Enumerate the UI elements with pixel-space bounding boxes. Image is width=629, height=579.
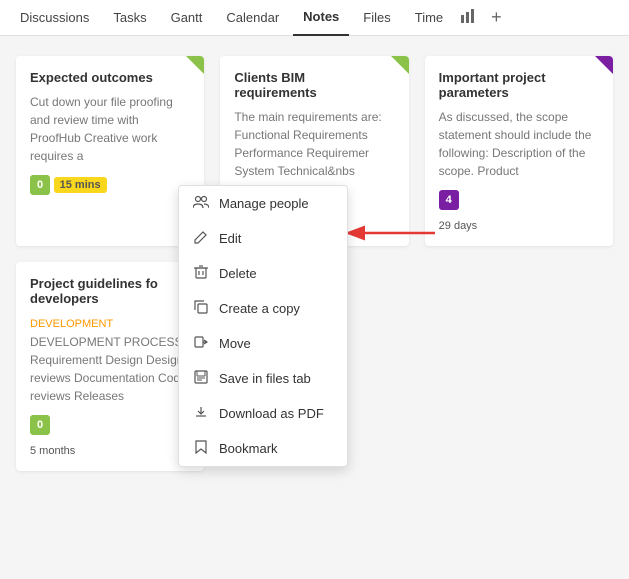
card-dev-tag: DEVELOPMENT	[30, 318, 113, 330]
bookmark-icon	[193, 440, 209, 457]
download-icon	[193, 405, 209, 422]
menu-item-edit[interactable]: Edit	[179, 221, 347, 256]
menu-item-move[interactable]: Move	[179, 326, 347, 361]
card-badge: 0	[30, 175, 50, 195]
nav-notes[interactable]: Notes	[293, 0, 349, 36]
nav-tasks[interactable]: Tasks	[103, 0, 156, 36]
navigation: Discussions Tasks Gantt Calendar Notes F…	[0, 0, 629, 36]
menu-item-bookmark[interactable]: Bookmark	[179, 431, 347, 466]
nav-files[interactable]: Files	[353, 0, 400, 36]
menu-label: Create a copy	[219, 301, 300, 316]
card-title: Important project parameters	[439, 70, 599, 100]
card-project-parameters: Important project parameters As discusse…	[425, 56, 613, 246]
menu-item-save-files[interactable]: Save in files tab	[179, 361, 347, 396]
nav-discussions[interactable]: Discussions	[10, 0, 99, 36]
card-body-text: DEVELOPMENT PROCESS Requirementt Design …	[30, 335, 187, 403]
manage-people-icon	[193, 195, 209, 212]
card-time: 5 months	[30, 445, 190, 457]
menu-item-delete[interactable]: Delete	[179, 256, 347, 291]
nav-time[interactable]: Time	[405, 0, 453, 36]
menu-label: Move	[219, 336, 251, 351]
menu-label: Delete	[219, 266, 257, 281]
menu-label: Download as PDF	[219, 406, 324, 421]
card-corner-green	[186, 56, 204, 74]
nav-calendar[interactable]: Calendar	[216, 0, 289, 36]
menu-label: Manage people	[219, 196, 309, 211]
card-title: Project guidelines fo developers	[30, 276, 190, 306]
context-menu: Manage people Edit	[178, 185, 348, 467]
card-badge: 4	[439, 190, 459, 210]
menu-label: Edit	[219, 231, 241, 246]
card-body: As discussed, the scope statement should…	[439, 108, 599, 180]
card-body: The main requirements are: Functional Re…	[234, 108, 394, 180]
menu-item-download-pdf[interactable]: Download as PDF	[179, 396, 347, 431]
menu-label: Save in files tab	[219, 371, 311, 386]
card-title: Expected outcomes	[30, 70, 190, 85]
save-files-icon	[193, 370, 209, 387]
delete-icon	[193, 265, 209, 282]
card-corner-green	[391, 56, 409, 74]
card-expected-outcomes: Expected outcomes Cut down your file pro…	[16, 56, 204, 246]
card-body: DEVELOPMENT DEVELOPMENT PROCESS Requirem…	[30, 314, 190, 405]
card-title: Clients BIM requirements	[234, 70, 394, 100]
chart-icon[interactable]	[457, 9, 481, 26]
card-time: 29 days	[439, 220, 599, 232]
menu-item-create-copy[interactable]: Create a copy	[179, 291, 347, 326]
card-badge: 0	[30, 415, 50, 435]
copy-icon	[193, 300, 209, 317]
card-corner-purple	[595, 56, 613, 74]
move-icon	[193, 335, 209, 352]
menu-item-manage-people[interactable]: Manage people	[179, 186, 347, 221]
card-body: Cut down your file proofing and review t…	[30, 93, 190, 165]
add-tab-button[interactable]: +	[485, 7, 508, 28]
card-project-guidelines: Project guidelines fo developers DEVELOP…	[16, 262, 204, 471]
menu-label: Bookmark	[219, 441, 278, 456]
nav-gantt[interactable]: Gantt	[161, 0, 213, 36]
card-time: 15 mins	[54, 177, 107, 193]
edit-icon	[193, 230, 209, 247]
main-content: Expected outcomes Cut down your file pro…	[0, 36, 629, 579]
